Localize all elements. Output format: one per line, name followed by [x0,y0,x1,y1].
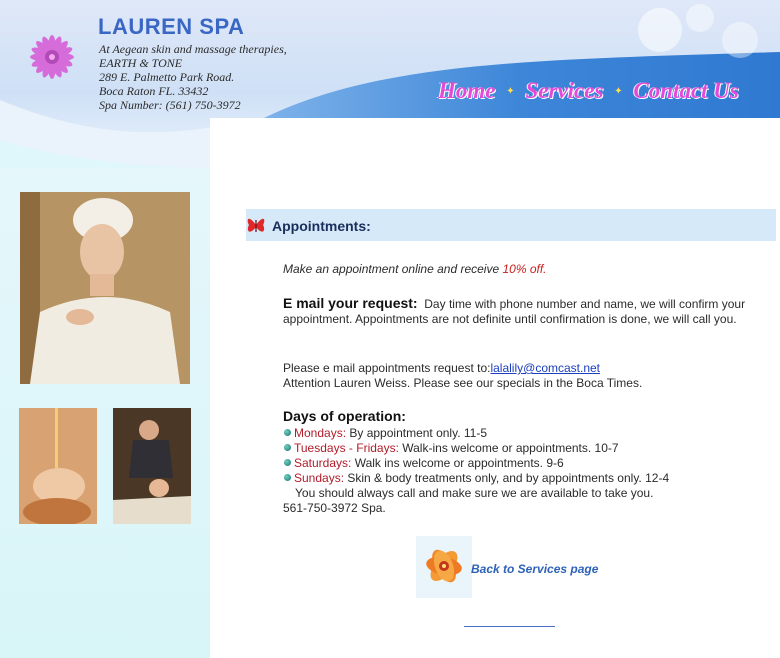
email-request-block: E mail your request: Day time with phone… [283,296,753,327]
list-item: Sundays: Skin & body treatments only, an… [284,471,754,486]
bullet-icon [284,444,291,452]
site-title: LAUREN SPA [98,14,245,39]
email-prompt: Please e mail appointments request to: [283,361,491,375]
discount-text: 10% off. [502,262,547,276]
day-text: Walk ins welcome or appointments. 9-6 [351,456,564,470]
back-to-services-link[interactable]: Back to Services page [471,562,598,576]
phone-text: 561-750-3972 Spa. [283,501,386,515]
days-list: Mondays: By appointment only. 11-5 Tuesd… [284,426,754,501]
bullet-icon [284,474,291,482]
pink-flower-logo-icon [30,35,74,79]
address-line-2: EARTH & TONE [99,56,183,70]
footer-divider [464,626,555,627]
spa-woman-photo [20,192,190,384]
email-address-link[interactable]: lalalily@comcast.net [490,361,600,375]
list-item: Saturdays: Walk ins welcome or appointme… [284,456,754,471]
address-line-3: 289 E. Palmetto Park Road. [99,70,235,84]
attention-text: Attention Lauren Weiss. Please see our s… [283,376,643,390]
nav-contact-link[interactable]: Contact Us [633,78,738,104]
orange-flower-icon [416,536,472,598]
nav-separator-icon: ✦ [506,85,515,97]
massage-photo [113,408,191,524]
section-title: Appointments: [272,218,371,234]
day-text: By appointment only. 11-5 [346,426,488,440]
day-label: Tuesdays - Fridays: [294,441,399,455]
days-heading-block: Days of operation: [283,409,406,425]
bullet-icon [284,459,291,467]
day-text: Skin & body treatments only, and by appo… [344,471,670,485]
nav-services-link[interactable]: Services [526,78,604,104]
day-label: Sundays: [294,471,345,485]
list-item: Tuesdays - Fridays: Walk-ins welcome or … [284,441,754,456]
day-label: Saturdays: [294,456,352,470]
email-contact-block: Please e mail appointments request to:la… [283,361,753,391]
days-heading: Days of operation: [283,408,406,424]
intro-prefix: Make an appointment online and receive [283,262,503,276]
oil-treatment-photo [19,408,97,524]
list-item: Mondays: By appointment only. 11-5 [284,426,754,441]
call-note: You should always call and make sure we … [295,486,654,500]
site-header: LAUREN SPA At Aegean skin and massage th… [0,0,780,168]
nav-home-link[interactable]: Home [438,78,496,104]
address-line-4: Boca Raton FL. 33432 [99,84,209,98]
nav-separator-icon: ✦ [614,85,623,97]
butterfly-icon [247,218,265,232]
bullet-icon [284,429,291,437]
intro-text: Make an appointment online and receive 1… [283,262,547,277]
day-text: Walk-ins welcome or appointments. 10-7 [398,441,619,455]
main-nav: Home ✦ Services ✦ Contact Us [438,76,739,106]
address-line-5: Spa Number: (561) 750-3972 [99,98,241,112]
address-line-1: At Aegean skin and massage therapies, [99,42,287,56]
email-heading: E mail your request: [283,295,418,311]
day-label: Mondays: [294,426,347,440]
